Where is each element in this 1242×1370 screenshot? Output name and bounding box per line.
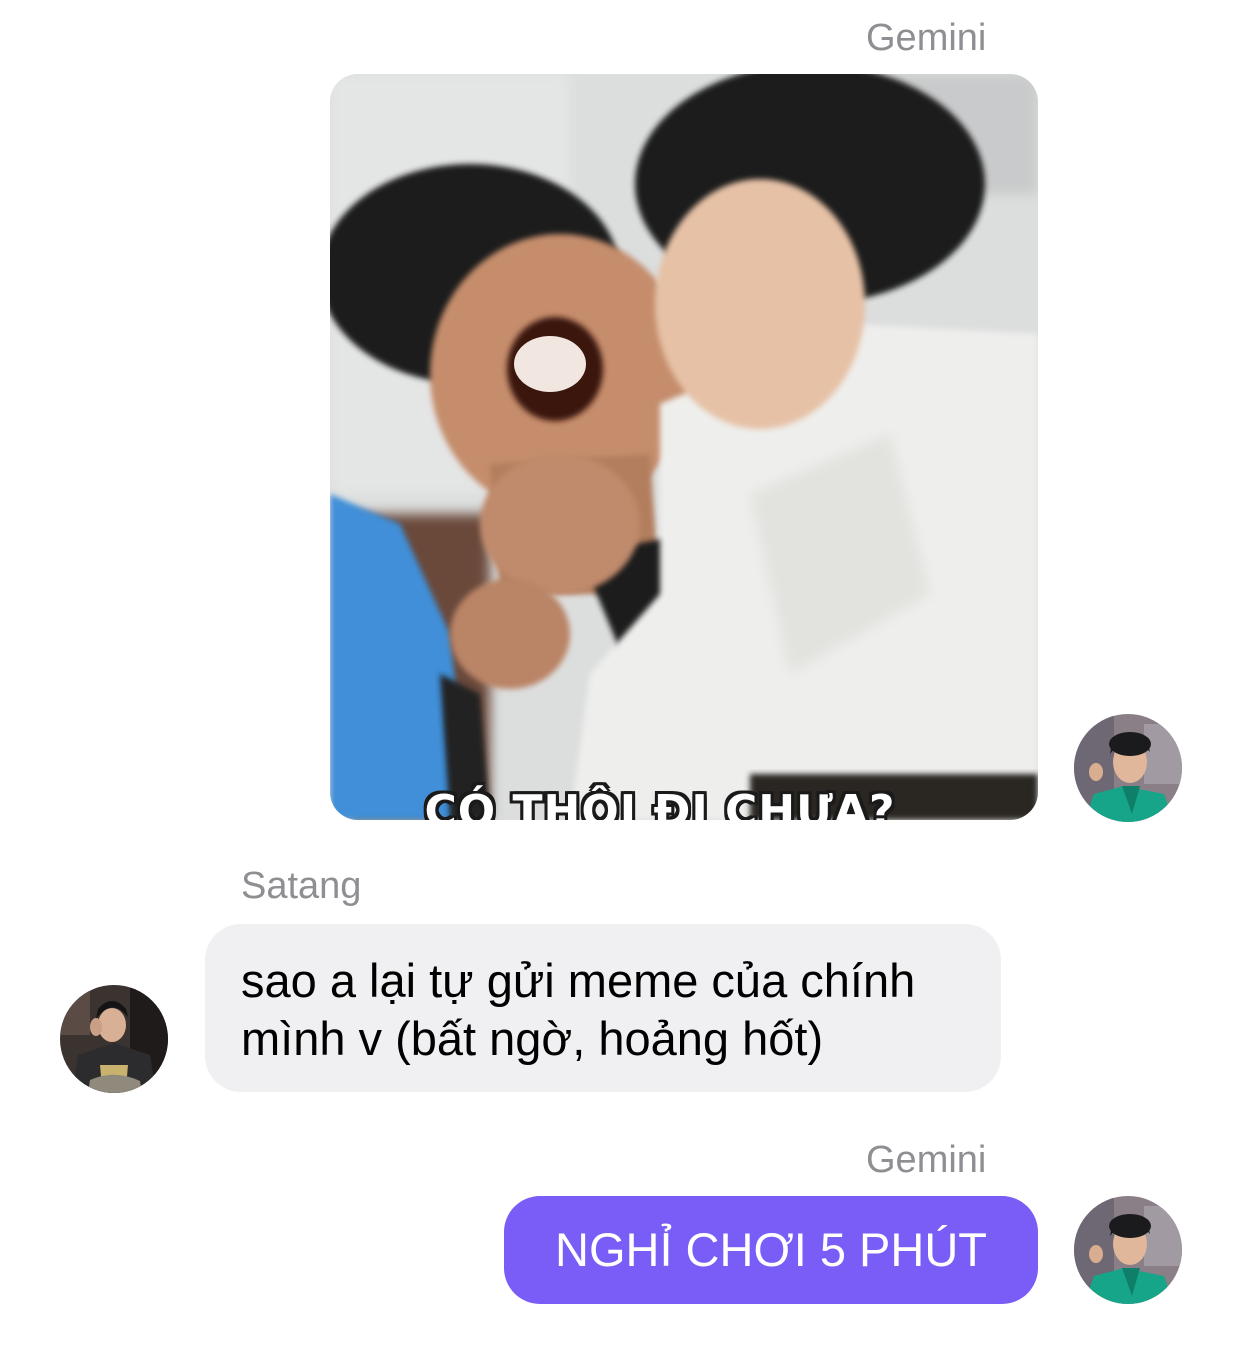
satang-avatar[interactable]: [60, 985, 168, 1093]
meme-photo: [330, 74, 1038, 820]
gemini-avatar-2[interactable]: [1074, 1196, 1182, 1304]
gemini-avatar-photo-2: [1074, 1196, 1182, 1304]
gemini-avatar-photo: [1074, 714, 1182, 822]
meme-image-message[interactable]: CÓ THÔI ĐI CHƯA?: [330, 74, 1038, 820]
incoming-message-text: sao a lại tự gửi meme của chính mình v (…: [241, 954, 916, 1065]
outgoing-message-text: NGHỈ CHƠI 5 PHÚT: [555, 1223, 987, 1276]
incoming-message-bubble[interactable]: sao a lại tự gửi meme của chính mình v (…: [205, 924, 1001, 1092]
sender-name-gemini-2: Gemini: [866, 1139, 987, 1181]
satang-avatar-photo: [60, 985, 168, 1093]
meme-caption: CÓ THÔI ĐI CHƯA?: [424, 786, 896, 820]
outgoing-message-bubble[interactable]: NGHỈ CHƠI 5 PHÚT: [504, 1196, 1038, 1304]
sender-name-satang: Satang: [241, 865, 362, 907]
gemini-avatar[interactable]: [1074, 714, 1182, 822]
sender-name-gemini: Gemini: [866, 17, 987, 59]
